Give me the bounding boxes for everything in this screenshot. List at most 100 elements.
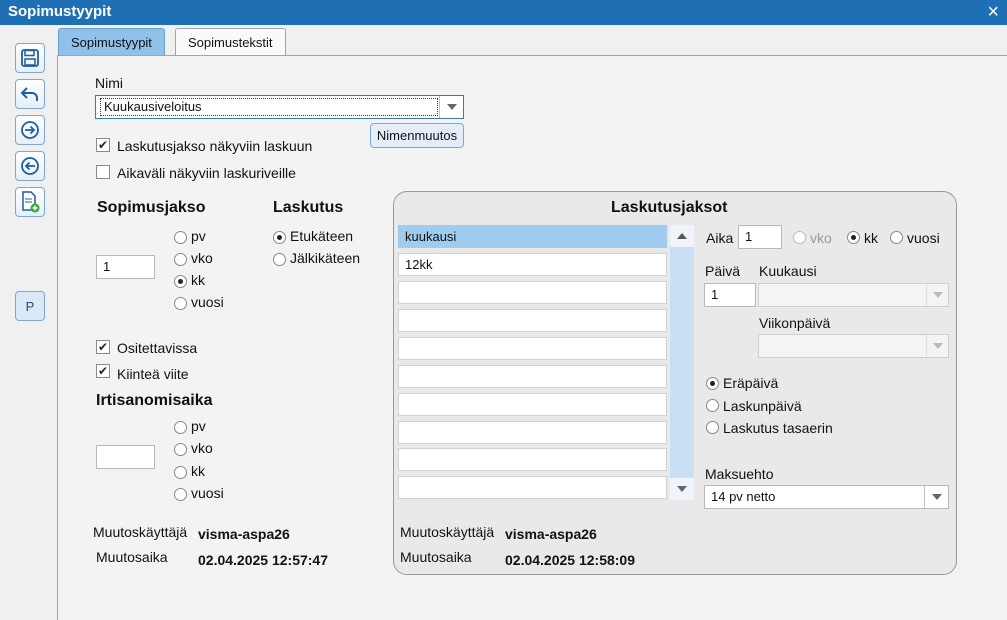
paiva-input[interactable]: 1	[704, 283, 756, 307]
irtisanomisaika-heading: Irtisanomisaika	[96, 392, 213, 409]
irtisanomisaika-option-vko: vko	[191, 440, 213, 456]
list-item[interactable]	[398, 281, 667, 304]
erapaiva-radio[interactable]	[706, 377, 719, 390]
panel-muutoskayttaja-label: Muutoskäyttäjä	[400, 524, 495, 540]
viikonpaiva-label: Viikonpäivä	[759, 315, 831, 331]
aika-input[interactable]: 1	[738, 225, 782, 249]
irtisanomisaika-radio-vuosi[interactable]	[174, 488, 187, 501]
maksuehto-select[interactable]: 14 pv netto	[704, 485, 949, 509]
panel-muutosaika-label: Muutosaika	[400, 549, 472, 565]
irtisanomisaika-option-kk: kk	[191, 463, 205, 479]
list-item[interactable]	[398, 476, 667, 499]
list-item[interactable]	[398, 448, 667, 471]
aika-option-kk: kk	[864, 230, 878, 246]
aika-label: Aika	[706, 230, 734, 246]
list-item[interactable]	[398, 421, 667, 444]
laskutus-tasaerin-radio[interactable]	[706, 421, 719, 434]
nimi-value: Kuukausiveloitus	[100, 98, 438, 116]
laskutus-option-etukateen: Etukäteen	[290, 228, 354, 244]
scroll-down-icon[interactable]	[670, 478, 694, 500]
kuukausi-label: Kuukausi	[759, 263, 817, 279]
p-button[interactable]: P	[15, 291, 45, 321]
aikavali-checkbox[interactable]	[96, 165, 110, 179]
aika-radio-vko[interactable]	[793, 231, 806, 244]
next-button[interactable]	[15, 115, 45, 145]
irtisanomisaika-option-pv: pv	[191, 418, 206, 434]
nimenmuutos-button[interactable]: Nimenmuutos	[370, 123, 464, 148]
laskutus-option-jalkikateen: Jälkikäteen	[290, 250, 361, 266]
sopimusjakso-radio-vko[interactable]	[174, 253, 187, 266]
maksuehto-value: 14 pv netto	[711, 489, 776, 504]
laskutus-tasaerin-label: Laskutus tasaerin	[723, 420, 833, 436]
panel-muutosaika-value: 02.04.2025 12:58:09	[505, 552, 635, 568]
save-icon	[21, 49, 39, 67]
aikavali-label: Aikaväli näkyviin laskuriveille	[117, 165, 296, 181]
sopimusjakso-input[interactable]: 1	[96, 255, 155, 279]
tab-sopimustyypit[interactable]: Sopimustyypit	[58, 28, 165, 56]
sopimusjakso-option-vuosi: vuosi	[191, 294, 224, 310]
nimi-combobox[interactable]: Kuukausiveloitus	[95, 95, 464, 119]
next-icon	[21, 121, 39, 139]
laskutusjaksot-heading: Laskutusjaksot	[611, 199, 728, 216]
laskutus-radio-etukateen[interactable]	[273, 231, 286, 244]
undo-button[interactable]	[15, 79, 45, 109]
chevron-down-icon[interactable]	[439, 96, 463, 118]
list-item[interactable]: 12kk	[398, 253, 667, 276]
kiintea-viite-label: Kiinteä viite	[117, 366, 189, 382]
list-scrollbar[interactable]	[670, 225, 694, 500]
erapaiva-label: Eräpäivä	[723, 375, 779, 391]
scroll-up-icon[interactable]	[670, 225, 694, 247]
new-document-button[interactable]	[15, 187, 45, 217]
new-document-icon	[22, 191, 40, 213]
list-item[interactable]: kuukausi	[398, 225, 667, 248]
maksuehto-label: Maksuehto	[705, 466, 774, 482]
chevron-down-icon[interactable]	[926, 335, 948, 357]
irtisanomisaika-radio-kk[interactable]	[174, 466, 187, 479]
window-title: Sopimustyypit	[8, 3, 112, 20]
sopimusjakso-heading: Sopimusjakso	[97, 199, 206, 216]
paiva-label: Päivä	[705, 263, 741, 279]
save-button[interactable]	[15, 43, 45, 73]
laskunpaiva-radio[interactable]	[706, 399, 719, 412]
laskunpaiva-label: Laskunpäivä	[723, 398, 802, 414]
muutosaika-label: Muutosaika	[96, 549, 168, 565]
sopimusjakso-radio-pv[interactable]	[174, 231, 187, 244]
sopimusjakso-option-kk: kk	[191, 272, 205, 288]
muutoskayttaja-value: visma-aspa26	[198, 526, 290, 542]
previous-button[interactable]	[15, 151, 45, 181]
irtisanomisaika-option-vuosi: vuosi	[191, 485, 224, 501]
laskutusjakso-checkbox[interactable]: ✔	[96, 138, 110, 152]
scrollbar-thumb[interactable]	[670, 247, 694, 478]
kuukausi-select[interactable]	[758, 283, 949, 307]
aika-option-vuosi: vuosi	[907, 230, 940, 246]
title-bar: Sopimustyypit ×	[0, 0, 1007, 25]
sopimusjakso-option-vko: vko	[191, 250, 213, 266]
sopimusjakso-radio-kk[interactable]	[174, 275, 187, 288]
tab-sopimustekstit[interactable]: Sopimustekstit	[175, 28, 286, 56]
laskutus-heading: Laskutus	[273, 199, 344, 216]
viikonpaiva-select[interactable]	[758, 334, 949, 358]
aika-radio-kk[interactable]	[847, 231, 860, 244]
list-item[interactable]	[398, 309, 667, 332]
undo-icon	[20, 87, 38, 101]
kiintea-viite-checkbox[interactable]: ✔	[96, 364, 110, 378]
ositettavissa-label: Ositettavissa	[117, 340, 198, 356]
laskutus-radio-jalkikateen[interactable]	[273, 253, 286, 266]
aika-radio-vuosi[interactable]	[890, 231, 903, 244]
muutosaika-value: 02.04.2025 12:57:47	[198, 552, 328, 568]
list-item[interactable]	[398, 365, 667, 388]
chevron-down-icon[interactable]	[924, 486, 948, 508]
chevron-down-icon[interactable]	[926, 284, 948, 306]
panel-muutoskayttaja-value: visma-aspa26	[505, 526, 597, 542]
list-item[interactable]	[398, 337, 667, 360]
irtisanomisaika-radio-pv[interactable]	[174, 421, 187, 434]
close-icon[interactable]: ×	[987, 0, 999, 24]
sopimusjakso-radio-vuosi[interactable]	[174, 297, 187, 310]
laskutusjaksot-list[interactable]: kuukausi 12kk	[398, 225, 669, 500]
sopimusjakso-option-pv: pv	[191, 228, 206, 244]
ositettavissa-checkbox[interactable]: ✔	[96, 340, 110, 354]
irtisanomisaika-input[interactable]	[96, 445, 155, 469]
irtisanomisaika-radio-vko[interactable]	[174, 443, 187, 456]
list-item[interactable]	[398, 393, 667, 416]
muutoskayttaja-label: Muutoskäyttäjä	[93, 524, 188, 540]
